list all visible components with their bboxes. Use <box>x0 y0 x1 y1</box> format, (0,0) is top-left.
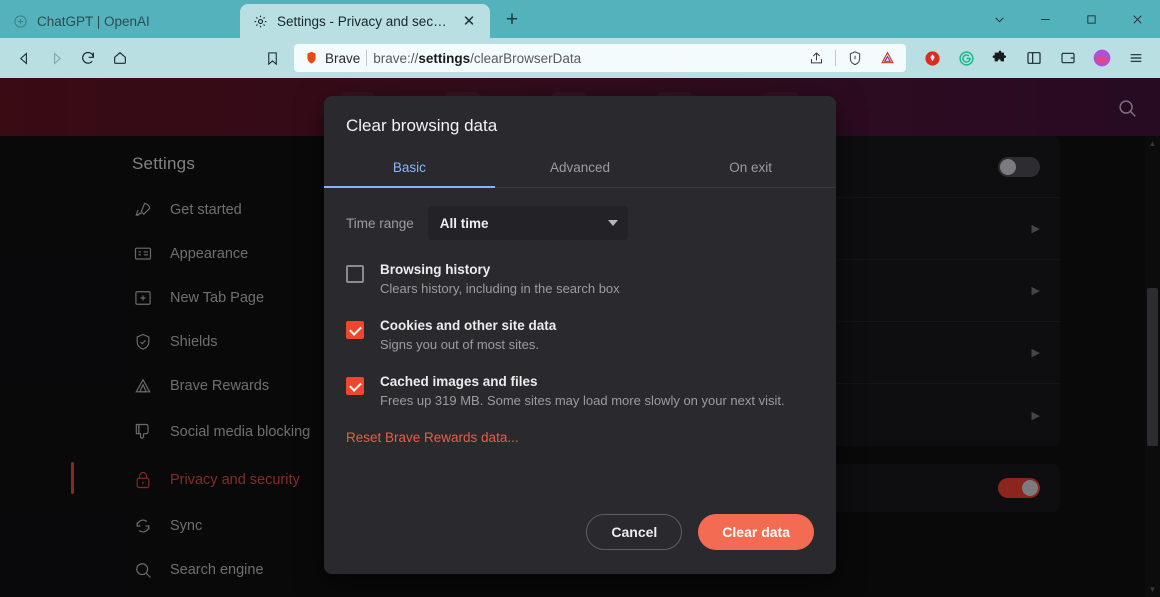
close-icon[interactable]: ✕ <box>460 12 478 30</box>
option-description: Frees up 319 MB. Some sites may load mor… <box>380 393 785 408</box>
address-bar[interactable]: Brave brave://settings/clearBrowserData <box>294 44 906 72</box>
option-cached-images[interactable]: Cached images and files Frees up 319 MB.… <box>346 374 814 408</box>
chevron-down-icon[interactable] <box>976 0 1022 38</box>
option-cookies[interactable]: Cookies and other site data Signs you ou… <box>346 318 814 352</box>
option-description: Signs you out of most sites. <box>380 337 556 352</box>
url-text: brave://settings/clearBrowserData <box>373 51 797 66</box>
time-range-field: Time range All time <box>346 206 814 240</box>
brave-label: Brave <box>325 51 360 66</box>
tab-label: Basic <box>393 160 426 175</box>
url-prefix: brave:// <box>373 51 418 66</box>
tab-label: On exit <box>729 160 772 175</box>
brave-shields-icon[interactable] <box>842 46 868 70</box>
omnibox-divider-2 <box>835 50 836 66</box>
tab-label: Advanced <box>550 160 610 175</box>
bookmark-icon[interactable] <box>256 43 288 73</box>
share-icon[interactable] <box>803 46 829 70</box>
option-title: Browsing history <box>380 262 620 277</box>
checkbox-cookies[interactable] <box>346 321 364 339</box>
menu-icon[interactable] <box>1120 43 1152 73</box>
forward-icon[interactable] <box>40 43 72 73</box>
new-tab-button[interactable]: + <box>498 6 526 34</box>
brave-brand-indicator: Brave <box>304 50 360 66</box>
option-title: Cookies and other site data <box>380 318 556 333</box>
grammarly-icon[interactable] <box>950 43 982 73</box>
clear-browsing-data-dialog: Clear browsing data Basic Advanced On ex… <box>324 96 836 574</box>
dialog-tabs: Basic Advanced On exit <box>324 150 836 188</box>
wallet-icon[interactable] <box>1052 43 1084 73</box>
cancel-button[interactable]: Cancel <box>586 514 682 550</box>
back-icon[interactable] <box>8 43 40 73</box>
checkbox-cached-images[interactable] <box>346 377 364 395</box>
tab-title: Settings - Privacy and security <box>277 14 452 29</box>
url-suffix: /clearBrowserData <box>470 51 581 66</box>
reset-brave-rewards-link[interactable]: Reset Brave Rewards data... <box>346 430 519 445</box>
browser-tab-strip: ChatGPT | OpenAI Settings - Privacy and … <box>0 0 1160 38</box>
clear-data-button[interactable]: Clear data <box>698 514 814 550</box>
tab-basic[interactable]: Basic <box>324 150 495 187</box>
puzzle-extensions-icon[interactable] <box>984 43 1016 73</box>
reload-icon[interactable] <box>72 43 104 73</box>
brave-rewards-triangle-icon[interactable] <box>874 46 900 70</box>
option-title: Cached images and files <box>380 374 785 389</box>
chevron-down-icon <box>608 220 618 226</box>
dialog-title: Clear browsing data <box>324 96 836 150</box>
home-icon[interactable] <box>104 43 136 73</box>
sidebar-panel-icon[interactable] <box>1018 43 1050 73</box>
time-range-select[interactable]: All time <box>428 206 628 240</box>
option-description: Clears history, including in the search … <box>380 281 620 296</box>
option-browsing-history[interactable]: Browsing history Clears history, includi… <box>346 262 814 296</box>
minimize-icon[interactable] <box>1022 0 1068 38</box>
extension-icons <box>916 43 1152 73</box>
tab-advanced[interactable]: Advanced <box>495 150 666 187</box>
time-range-label: Time range <box>346 216 414 231</box>
browser-tab-settings[interactable]: Settings - Privacy and security ✕ <box>240 4 490 38</box>
gear-icon <box>252 13 269 30</box>
profile-avatar-icon[interactable] <box>1086 43 1118 73</box>
settings-page: Settings Get started Appearance New Tab … <box>0 78 1160 597</box>
tab-title: ChatGPT | OpenAI <box>37 14 228 29</box>
window-close-icon[interactable] <box>1114 0 1160 38</box>
brave-icon[interactable] <box>916 43 948 73</box>
checkbox-browsing-history[interactable] <box>346 265 364 283</box>
window-controls <box>976 0 1160 38</box>
maximize-icon[interactable] <box>1068 0 1114 38</box>
url-bold: settings <box>418 51 470 66</box>
tab-on-exit[interactable]: On exit <box>665 150 836 187</box>
dialog-body: Time range All time Browsing history Cle… <box>324 188 836 514</box>
chatgpt-icon <box>12 13 29 30</box>
browser-toolbar: Brave brave://settings/clearBrowserData <box>0 38 1160 78</box>
browser-tab-chatgpt[interactable]: ChatGPT | OpenAI <box>0 4 240 38</box>
omnibox-divider <box>366 50 367 66</box>
time-range-value: All time <box>440 216 489 231</box>
dialog-footer: Cancel Clear data <box>324 514 836 574</box>
